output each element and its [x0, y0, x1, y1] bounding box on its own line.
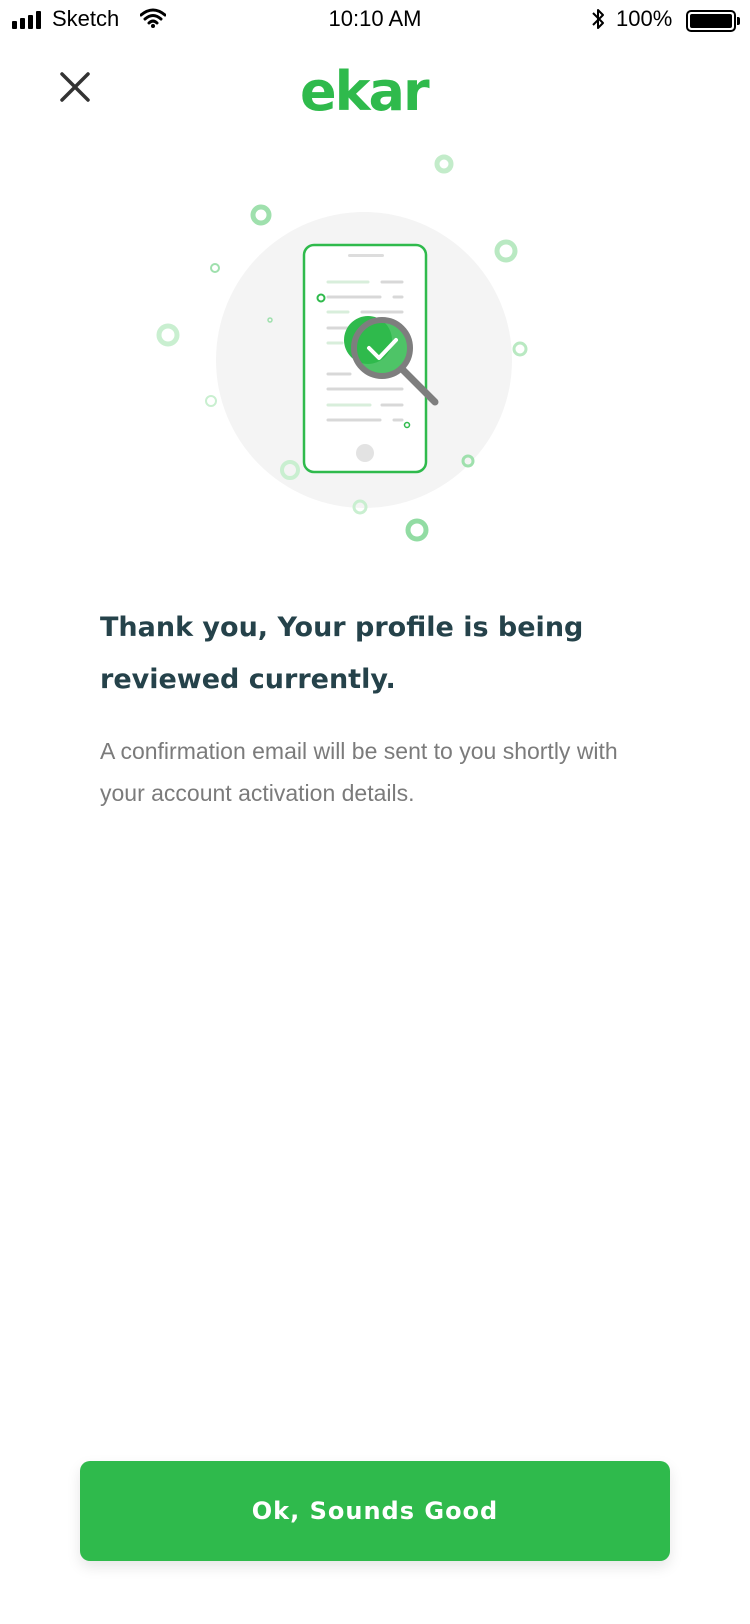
status-bar: Sketch 10:10 AM 100%: [0, 0, 750, 40]
screen: Sketch 10:10 AM 100% ekar Thank you, You…: [0, 0, 750, 1624]
ekar-logo: ekar: [300, 60, 430, 123]
close-button[interactable]: [56, 68, 96, 108]
battery-percent: 100%: [616, 6, 673, 31]
close-icon: [60, 72, 90, 102]
illustration: [150, 150, 570, 560]
battery-icon: [686, 10, 740, 32]
confirmation-headline: Thank you, Your profile is being reviewe…: [100, 612, 584, 695]
bluetooth-icon: [590, 7, 606, 36]
ok-sounds-good-button[interactable]: Ok, Sounds Good: [80, 1461, 670, 1561]
phone-check-magnifier-icon: [156, 154, 528, 542]
ok-sounds-good-label: Ok, Sounds Good: [251, 1497, 499, 1525]
confirmation-body: A confirmation email will be sent to you…: [100, 738, 618, 806]
